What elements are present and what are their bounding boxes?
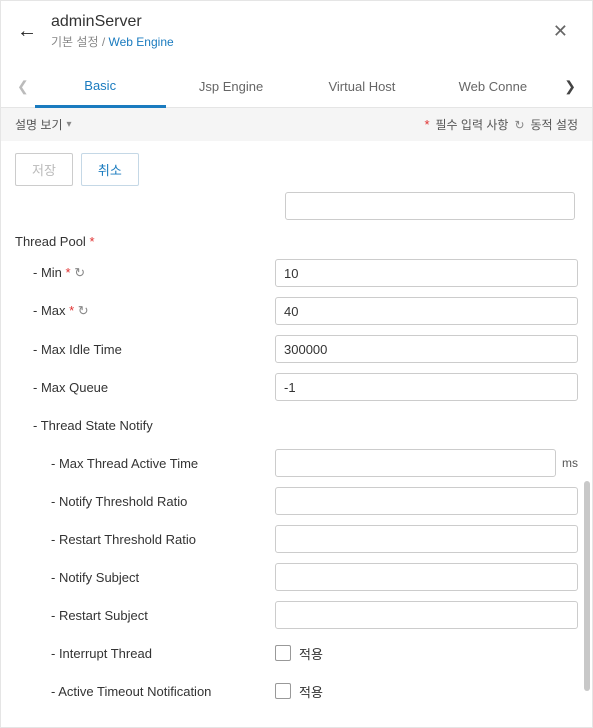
min-label: - Min * ↻: [15, 265, 275, 281]
restart-threshold-ratio-input[interactable]: [275, 525, 578, 553]
apply-label: 적용: [299, 682, 323, 701]
ms-suffix: ms: [562, 456, 578, 470]
advanced-options-toggle[interactable]: 고급 선택사항 ▾: [15, 715, 578, 722]
refresh-icon: ↻: [514, 118, 524, 132]
max-thread-active-time-label: - Max Thread Active Time: [15, 456, 275, 471]
back-arrow-icon[interactable]: ←: [17, 20, 37, 43]
legend-bar: 설명 보기 ▾ * 필수 입력 사항 ↻ 동적 설정: [1, 108, 592, 141]
show-description-toggle[interactable]: 설명 보기 ▾: [15, 116, 72, 133]
breadcrumb-active[interactable]: Web Engine: [109, 35, 174, 49]
save-button[interactable]: 저장: [15, 153, 73, 186]
max-input[interactable]: [275, 297, 578, 325]
tab-basic[interactable]: Basic: [35, 66, 166, 108]
required-label: 필수 입력 사항: [436, 116, 509, 133]
tab-next-icon[interactable]: ❯: [558, 70, 582, 103]
page-title: adminServer: [51, 13, 545, 31]
notify-subject-label: - Notify Subject: [15, 570, 275, 585]
thread-state-notify-label: - Thread State Notify: [15, 418, 275, 433]
max-label: - Max * ↻: [15, 303, 275, 319]
tabs: ❮ Basic Jsp Engine Virtual Host Web Conn…: [1, 66, 592, 108]
scrollbar-thumb[interactable]: [584, 481, 590, 691]
caret-down-icon: ▾: [67, 119, 72, 130]
restart-subject-input[interactable]: [275, 601, 578, 629]
interrupt-thread-checkbox[interactable]: [275, 645, 291, 661]
required-star-icon: *: [86, 234, 95, 249]
close-icon[interactable]: ✕: [545, 17, 576, 46]
section-thread-pool: Thread Pool *: [15, 234, 578, 249]
breadcrumb-sep: /: [99, 35, 109, 49]
tab-prev-icon[interactable]: ❮: [11, 70, 35, 103]
active-timeout-notification-checkbox[interactable]: [275, 683, 291, 699]
notify-threshold-ratio-input[interactable]: [275, 487, 578, 515]
action-row: 저장 취소: [1, 141, 592, 192]
prev-field-input[interactable]: [285, 192, 575, 220]
cancel-button[interactable]: 취소: [81, 153, 139, 186]
required-star-icon: *: [424, 117, 429, 132]
dynamic-label: 동적 설정: [531, 116, 579, 133]
max-queue-label: - Max Queue: [15, 380, 275, 395]
breadcrumb: 기본 설정 / Web Engine: [51, 33, 545, 50]
restart-subject-label: - Restart Subject: [15, 608, 275, 623]
form-content: Thread Pool * - Min * ↻ - Max * ↻ - Max …: [1, 192, 592, 722]
title-block: adminServer 기본 설정 / Web Engine: [51, 13, 545, 50]
interrupt-thread-label: - Interrupt Thread: [15, 646, 275, 661]
min-input[interactable]: [275, 259, 578, 287]
tab-jsp-engine[interactable]: Jsp Engine: [166, 67, 297, 106]
refresh-icon: ↻: [74, 265, 85, 280]
restart-threshold-ratio-label: - Restart Threshold Ratio: [15, 532, 275, 547]
max-idle-time-label: - Max Idle Time: [15, 342, 275, 357]
breadcrumb-prefix: 기본 설정: [51, 35, 99, 49]
active-timeout-notification-label: - Active Timeout Notification: [15, 684, 275, 699]
show-desc-label: 설명 보기: [15, 116, 63, 133]
max-queue-input[interactable]: [275, 373, 578, 401]
max-thread-active-time-input[interactable]: [275, 449, 556, 477]
apply-label: 적용: [299, 644, 323, 663]
notify-subject-input[interactable]: [275, 563, 578, 591]
notify-threshold-ratio-label: - Notify Threshold Ratio: [15, 494, 275, 509]
max-idle-time-input[interactable]: [275, 335, 578, 363]
tab-virtual-host[interactable]: Virtual Host: [297, 67, 428, 106]
refresh-icon: ↻: [78, 303, 89, 318]
tab-web-conne[interactable]: Web Conne: [427, 67, 558, 106]
